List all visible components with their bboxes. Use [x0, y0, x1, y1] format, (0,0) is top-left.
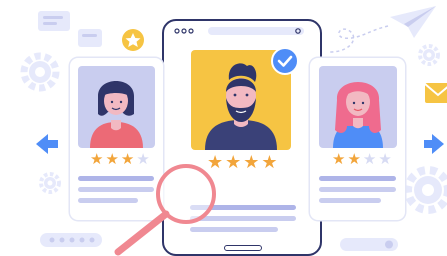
star-icon: ★	[347, 150, 361, 168]
card-text-line	[319, 176, 396, 181]
avatar-woman-icon	[90, 81, 143, 148]
star-icon: ★	[378, 150, 392, 168]
star-badge-icon	[122, 29, 144, 51]
card-text-line	[319, 187, 396, 192]
gear-icon	[418, 44, 440, 66]
home-indicator	[224, 245, 262, 251]
star-icon: ★	[261, 152, 278, 173]
profile-card-right[interactable]: ★ ★ ★ ★	[310, 58, 405, 220]
avatar	[319, 66, 397, 148]
star-icon: ★	[243, 152, 260, 173]
gear-icon	[20, 52, 60, 92]
phone-status-bar	[174, 27, 304, 35]
card-text-line	[319, 198, 381, 203]
star-icon: ★	[225, 152, 242, 173]
toggle-pill	[340, 238, 398, 251]
arrow-left-icon	[36, 134, 58, 154]
star-icon: ★	[90, 150, 104, 168]
envelope-icon	[424, 83, 447, 103]
pagination-dots	[40, 233, 102, 247]
star-icon: ★	[362, 150, 377, 168]
magnifying-glass-icon	[114, 164, 216, 256]
rating-stars-right: ★ ★ ★ ★	[332, 152, 392, 167]
avatar-woman-icon	[333, 82, 383, 148]
paper-plane-icon	[329, 6, 436, 53]
chat-bubble-icon	[38, 11, 102, 47]
checkmark-badge-icon	[271, 47, 299, 75]
gear-icon	[39, 172, 61, 194]
arrow-right-icon	[424, 134, 444, 154]
gear-icon	[404, 166, 447, 214]
star-icon: ★	[332, 150, 346, 168]
illustration: ★ ★ ★ ★ ★ ★ ★ ★ ★ ★ ★ ★	[0, 0, 447, 256]
avatar	[78, 66, 155, 148]
